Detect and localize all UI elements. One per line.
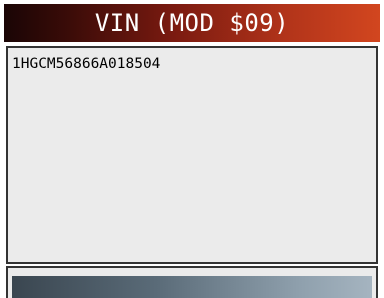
screen: VIN (MOD $09) 1HGCM56866A018504 (4, 4, 380, 298)
bottom-status-panel (6, 266, 378, 298)
vin-display-panel: 1HGCM56866A018504 (6, 46, 378, 264)
scan-tool-display: VIN (MOD $09) 1HGCM56866A018504 (0, 0, 384, 298)
title-bar: VIN (MOD $09) (4, 4, 380, 42)
vin-value: 1HGCM56866A018504 (12, 56, 161, 72)
screen-title: VIN (MOD $09) (94, 9, 290, 37)
bottom-status-bar (12, 276, 372, 298)
